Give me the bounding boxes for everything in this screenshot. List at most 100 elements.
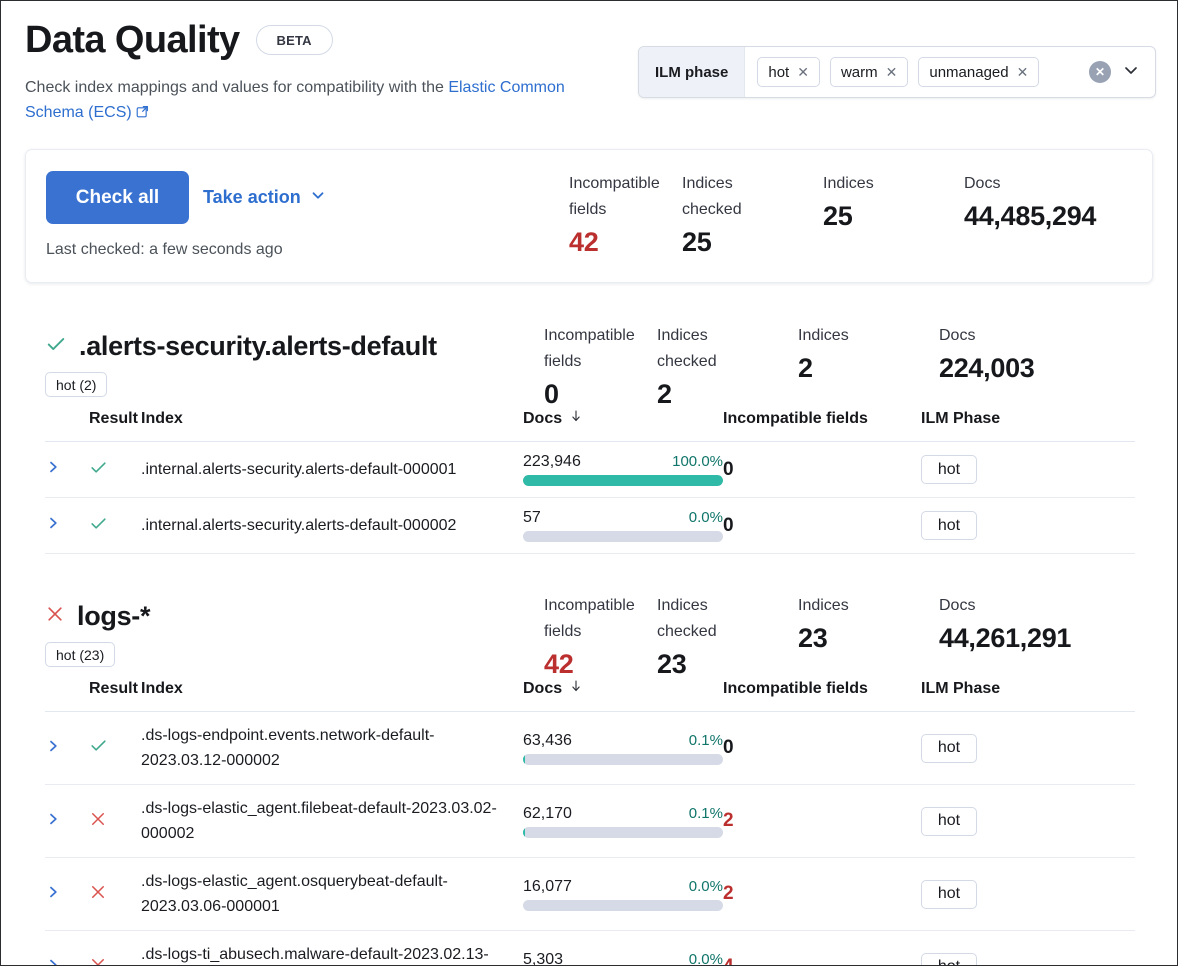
docs-cell: 5,303 0.0% bbox=[523, 931, 723, 966]
docs-percent: 0.1% bbox=[689, 732, 723, 749]
pattern-title[interactable]: logs-* bbox=[45, 599, 150, 633]
ilm-pill-warm[interactable]: warm ✕ bbox=[830, 57, 908, 87]
col-docs[interactable]: Docs bbox=[523, 679, 723, 712]
table-header: Result Index Docs Incompatible fields IL… bbox=[45, 409, 1135, 442]
index-name: .internal.alerts-security.alerts-default… bbox=[141, 513, 523, 538]
table-row[interactable]: .ds-logs-endpoint.events.network-default… bbox=[45, 712, 1135, 785]
col-ilm-phase: ILM Phase bbox=[921, 409, 1135, 442]
ilm-pill-label: unmanaged bbox=[929, 64, 1008, 81]
close-icon bbox=[89, 888, 107, 905]
stat-indices-checked: Indices checked 23 bbox=[657, 593, 798, 681]
close-icon[interactable]: ✕ bbox=[1017, 65, 1029, 79]
chevron-right-icon[interactable] bbox=[45, 739, 61, 759]
docs-bar-fill bbox=[523, 475, 723, 486]
check-icon bbox=[89, 520, 108, 537]
close-icon bbox=[89, 961, 107, 966]
docs-cell: 57 0.0% bbox=[523, 498, 723, 554]
ilm-phase-tag: hot bbox=[921, 953, 977, 966]
stat-label: Incompatible fields bbox=[544, 593, 657, 645]
chevron-right-icon[interactable] bbox=[45, 885, 61, 905]
expand-cell[interactable] bbox=[45, 785, 89, 858]
ilm-pill-label: warm bbox=[841, 64, 878, 81]
docs-bar-fill bbox=[523, 754, 525, 765]
stat-indices: Indices 23 bbox=[798, 593, 939, 655]
result-cell bbox=[89, 442, 141, 498]
summary-button-row: Check all Take action bbox=[46, 171, 526, 224]
stat-value: 42 bbox=[569, 226, 682, 259]
stat-indices: Indices 25 bbox=[823, 171, 964, 233]
table-row[interactable]: .internal.alerts-security.alerts-default… bbox=[45, 498, 1135, 554]
close-icon[interactable]: ✕ bbox=[797, 65, 809, 79]
close-icon bbox=[45, 604, 65, 629]
pattern-name: logs-* bbox=[77, 599, 150, 633]
close-icon bbox=[89, 815, 107, 832]
check-icon bbox=[89, 742, 108, 759]
docs-count: 16,077 bbox=[523, 878, 572, 896]
ilm-phase-tag: hot bbox=[921, 455, 977, 484]
expand-cell[interactable] bbox=[45, 931, 89, 966]
stat-incompatible-fields: Incompatible fields 0 bbox=[544, 323, 657, 411]
clear-circle-icon[interactable]: ✕ bbox=[1089, 61, 1111, 83]
index-name: .ds-logs-endpoint.events.network-default… bbox=[141, 723, 523, 773]
indices-table: Result Index Docs Incompatible fields IL… bbox=[45, 679, 1135, 966]
col-docs[interactable]: Docs bbox=[523, 409, 723, 442]
pattern-stats: Incompatible fields 42 Indices checked 2… bbox=[544, 593, 1159, 681]
ilm-cell: hot bbox=[921, 712, 1135, 785]
sort-descending-icon[interactable] bbox=[569, 410, 583, 427]
table-row[interactable]: .internal.alerts-security.alerts-default… bbox=[45, 442, 1135, 498]
ilm-phase-tag: hot bbox=[921, 511, 977, 540]
col-expand bbox=[45, 409, 89, 442]
col-result: Result bbox=[89, 679, 141, 712]
take-action-menu[interactable]: Take action bbox=[203, 186, 327, 209]
col-index: Index bbox=[141, 679, 523, 712]
docs-count: 62,170 bbox=[523, 805, 572, 823]
incompatible-cell: 2 bbox=[723, 858, 921, 931]
ilm-pill-unmanaged[interactable]: unmanaged ✕ bbox=[918, 57, 1039, 87]
ilm-cell: hot bbox=[921, 498, 1135, 554]
stat-value: 44,485,294 bbox=[964, 200, 1178, 233]
ilm-pill-hot[interactable]: hot ✕ bbox=[757, 57, 820, 87]
table-body: .internal.alerts-security.alerts-default… bbox=[45, 442, 1135, 554]
incompatible-count: 0 bbox=[723, 737, 734, 758]
pattern-title-wrap: logs-* hot (23) bbox=[45, 599, 150, 667]
close-icon[interactable]: ✕ bbox=[886, 65, 898, 79]
index-name: .ds-logs-elastic_agent.osquerybeat-defau… bbox=[141, 869, 523, 919]
chevron-right-icon[interactable] bbox=[45, 812, 61, 832]
chevron-right-icon[interactable] bbox=[45, 516, 61, 536]
pattern-section-alerts-security: .alerts-security.alerts-default hot (2) … bbox=[25, 323, 1153, 554]
expand-cell[interactable] bbox=[45, 858, 89, 931]
pattern-title[interactable]: .alerts-security.alerts-default bbox=[45, 329, 437, 363]
index-cell: .ds-logs-elastic_agent.osquerybeat-defau… bbox=[141, 858, 523, 931]
docs-cell: 16,077 0.0% bbox=[523, 858, 723, 931]
expand-cell[interactable] bbox=[45, 498, 89, 554]
table-row[interactable]: .ds-logs-elastic_agent.filebeat-default-… bbox=[45, 785, 1135, 858]
check-all-button[interactable]: Check all bbox=[46, 171, 189, 224]
subtitle-text: Check index mappings and values for comp… bbox=[25, 79, 448, 96]
ilm-phase-tag: hot bbox=[921, 880, 977, 909]
expand-cell[interactable] bbox=[45, 442, 89, 498]
pattern-title-wrap: .alerts-security.alerts-default hot (2) bbox=[45, 329, 437, 397]
col-docs-label: Docs bbox=[523, 410, 562, 427]
stat-value: 23 bbox=[657, 648, 798, 681]
chevron-right-icon[interactable] bbox=[45, 958, 61, 966]
summary-stats: Incompatible fields 42 Indices checked 2… bbox=[569, 171, 1178, 259]
indices-table: Result Index Docs Incompatible fields IL… bbox=[45, 409, 1135, 554]
chevron-down-icon[interactable] bbox=[1121, 60, 1141, 85]
index-name: .ds-logs-elastic_agent.filebeat-default-… bbox=[141, 796, 523, 846]
docs-top: 62,170 0.1% bbox=[523, 805, 723, 823]
expand-cell[interactable] bbox=[45, 712, 89, 785]
docs-percent: 100.0% bbox=[672, 453, 723, 470]
table-row[interactable]: .ds-logs-ti_abusech.malware-default-2023… bbox=[45, 931, 1135, 966]
docs-cell: 63,436 0.1% bbox=[523, 712, 723, 785]
ilm-cell: hot bbox=[921, 931, 1135, 966]
ilm-phase-filter[interactable]: ILM phase hot ✕ warm ✕ unmanaged ✕ ✕ bbox=[638, 46, 1156, 98]
chevron-right-icon[interactable] bbox=[45, 460, 61, 480]
stat-indices: Indices 2 bbox=[798, 323, 939, 385]
pattern-phase-badge: hot (2) bbox=[45, 372, 107, 397]
beta-badge: BETA bbox=[256, 25, 333, 55]
docs-bar-track bbox=[523, 531, 723, 542]
table-row[interactable]: .ds-logs-elastic_agent.osquerybeat-defau… bbox=[45, 858, 1135, 931]
sort-descending-icon[interactable] bbox=[569, 680, 583, 697]
ilm-cell: hot bbox=[921, 785, 1135, 858]
chevron-down-icon bbox=[309, 186, 327, 209]
